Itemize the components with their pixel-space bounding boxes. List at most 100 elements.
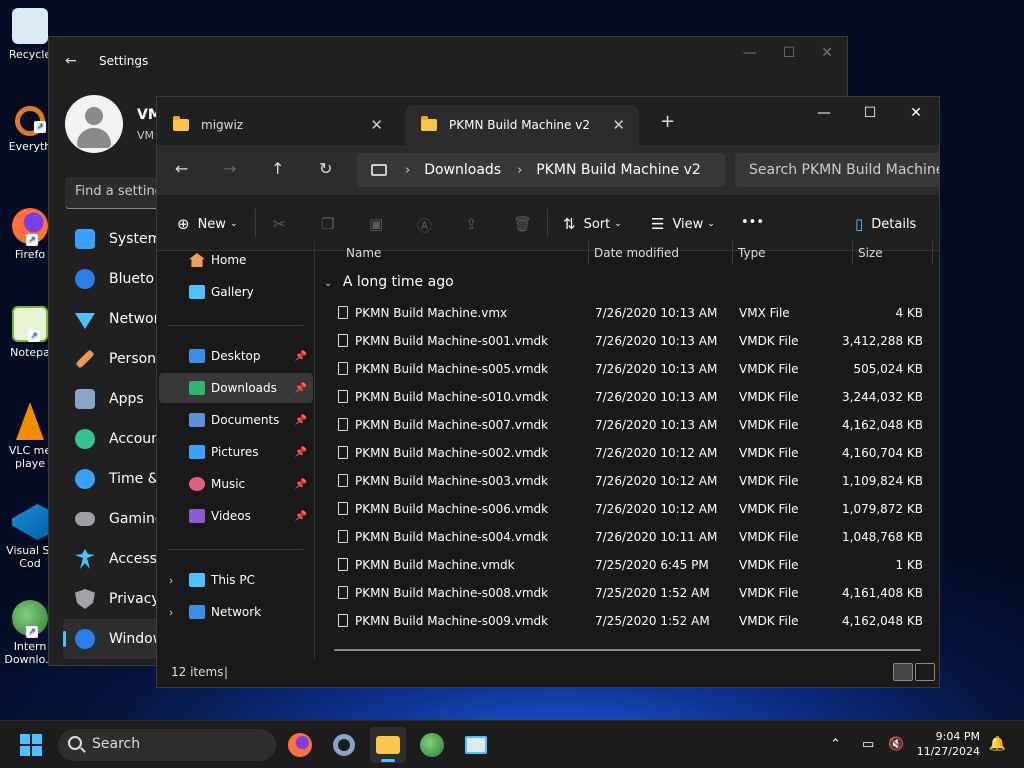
sort-button[interactable]: ⇅ Sort ⌄ <box>563 215 622 233</box>
close-tab-icon[interactable]: ✕ <box>370 116 383 134</box>
view-button[interactable]: ☰ View ⌄ <box>651 215 715 233</box>
taskbar-internet-download-manager[interactable] <box>414 727 450 763</box>
file-type: VMDK File <box>739 530 799 544</box>
refresh-icon[interactable]: ↻ <box>319 159 332 178</box>
back-arrow-icon[interactable]: ← <box>65 53 81 69</box>
close-icon[interactable]: ✕ <box>821 45 833 61</box>
notification-bell-icon[interactable]: 🔔 <box>989 736 1006 752</box>
nav-gallery[interactable]: Gallery <box>159 277 313 307</box>
column-divider[interactable] <box>732 241 733 265</box>
close-icon[interactable]: ✕ <box>893 97 939 129</box>
nav-home[interactable]: Home <box>159 245 313 275</box>
minimize-icon[interactable]: — <box>743 45 757 61</box>
horizontal-scrollbar[interactable] <box>334 649 921 651</box>
column-header-date[interactable]: Date modified <box>594 246 679 260</box>
column-divider[interactable] <box>588 241 589 265</box>
tab-migwiz[interactable]: migwiz ✕ <box>157 105 397 145</box>
chevron-right-icon[interactable]: › <box>169 606 173 619</box>
taskbar-migration-wizard[interactable] <box>458 727 494 763</box>
new-button[interactable]: ⊕ New ⌄ <box>177 215 237 233</box>
chevron-up-icon[interactable]: ⌃ <box>830 737 841 752</box>
column-divider[interactable] <box>852 241 853 265</box>
more-options-button[interactable]: ••• <box>741 215 764 230</box>
file-icon <box>338 446 348 459</box>
network-status-icon[interactable]: ▭ <box>862 737 874 752</box>
column-header-size[interactable]: Size <box>858 246 883 260</box>
search-input[interactable]: Search PKMN Build Machine v2 <box>735 153 939 187</box>
clock-date: 11/27/2024 <box>916 745 980 758</box>
new-tab-icon[interactable]: + <box>660 111 675 132</box>
chevron-down-icon: ⌄ <box>707 219 715 229</box>
table-row[interactable]: PKMN Build Machine-s005.vmdk 7/26/2020 10… <box>316 355 939 383</box>
table-row[interactable]: PKMN Build Machine-s003.vmdk 7/26/2020 10… <box>316 467 939 495</box>
column-header-name[interactable]: Name <box>346 246 381 260</box>
up-arrow-icon[interactable]: ↑ <box>271 159 284 178</box>
pin-icon[interactable]: 📌 <box>295 383 307 394</box>
breadcrumb-downloads[interactable]: Downloads <box>424 162 501 178</box>
breadcrumb-current-folder[interactable]: PKMN Build Machine v2 <box>536 162 700 178</box>
chevron-right-icon[interactable]: › <box>169 574 173 587</box>
table-row[interactable]: PKMN Build Machine-s002.vmdk 7/26/2020 10… <box>316 439 939 467</box>
column-divider[interactable] <box>932 241 933 265</box>
pin-icon[interactable]: 📌 <box>295 447 307 458</box>
table-row[interactable]: PKMN Build Machine-s009.vmdk 7/25/2020 1:… <box>316 607 939 635</box>
copy-button[interactable]: ❐ <box>321 215 342 233</box>
nav-desktop[interactable]: Desktop 📌 <box>159 341 313 371</box>
taskbar-firefox[interactable] <box>282 727 318 763</box>
delete-button[interactable]: 🗑 <box>513 215 540 233</box>
nav-downloads[interactable]: Downloads 📌 <box>159 373 313 403</box>
chevron-right-icon: › <box>405 162 411 178</box>
nav-videos[interactable]: Videos 📌 <box>159 501 313 531</box>
nav-pictures[interactable]: Pictures 📌 <box>159 437 313 467</box>
rename-button[interactable]: Ⓐ <box>417 215 440 236</box>
address-bar[interactable]: › Downloads › PKMN Build Machine v2 <box>357 153 725 187</box>
table-row[interactable]: PKMN Build Machine-s004.vmdk 7/26/2020 10… <box>316 523 939 551</box>
avatar[interactable] <box>65 95 123 153</box>
maximize-icon[interactable]: ☐ <box>847 97 893 129</box>
file-date: 7/25/2020 1:52 AM <box>595 586 710 600</box>
forward-arrow-icon[interactable]: → <box>223 159 236 178</box>
table-row[interactable]: PKMN Build Machine.vmdk 7/25/2020 6:45 PM… <box>316 551 939 579</box>
settings-nav-label: Accessi <box>109 551 161 567</box>
group-header[interactable]: ⌄ A long time ago <box>324 274 454 290</box>
pin-icon[interactable]: 📌 <box>295 415 307 426</box>
close-tab-icon[interactable]: ✕ <box>612 116 625 134</box>
pin-icon[interactable]: 📌 <box>295 511 307 522</box>
paste-button[interactable]: ▣ <box>369 215 391 233</box>
active-app-indicator <box>381 759 395 762</box>
cut-button[interactable]: ✂ <box>273 215 294 233</box>
table-row[interactable]: PKMN Build Machine-s007.vmdk 7/26/2020 10… <box>316 411 939 439</box>
start-button[interactable] <box>20 734 42 756</box>
nav-documents[interactable]: Documents 📌 <box>159 405 313 435</box>
details-view-button[interactable] <box>893 663 913 681</box>
table-row[interactable]: PKMN Build Machine.vmx 7/26/2020 10:13 AM… <box>316 299 939 327</box>
file-name: PKMN Build Machine-s004.vmdk <box>355 530 549 544</box>
taskbar-file-explorer[interactable] <box>370 727 406 763</box>
nav-music[interactable]: Music 📌 <box>159 469 313 499</box>
nav-network[interactable]: › Network <box>159 597 313 627</box>
table-row[interactable]: PKMN Build Machine-s006.vmdk 7/26/2020 10… <box>316 495 939 523</box>
file-icon <box>338 586 348 599</box>
table-row[interactable]: PKMN Build Machine-s008.vmdk 7/25/2020 1:… <box>316 579 939 607</box>
details-pane-button[interactable]: ▯ Details <box>855 215 916 233</box>
volume-muted-icon[interactable]: 🔇 <box>888 737 904 752</box>
minimize-icon[interactable]: — <box>801 97 847 129</box>
brush-icon <box>75 349 95 369</box>
column-header-type[interactable]: Type <box>738 246 766 260</box>
file-name: PKMN Build Machine.vmdk <box>355 558 515 572</box>
share-button[interactable]: ⇪ <box>465 215 486 233</box>
file-date: 7/26/2020 10:13 AM <box>595 362 718 376</box>
taskbar-search[interactable]: Search <box>58 729 276 761</box>
tiles-view-button[interactable] <box>915 663 935 681</box>
tab-pkmn-build-machine[interactable]: PKMN Build Machine v2 ✕ <box>405 105 639 145</box>
table-row[interactable]: PKMN Build Machine-s001.vmdk 7/26/2020 10… <box>316 327 939 355</box>
taskbar-settings[interactable] <box>326 727 362 763</box>
back-arrow-icon[interactable]: ← <box>175 159 188 178</box>
table-row[interactable]: PKMN Build Machine-s010.vmdk 7/26/2020 10… <box>316 383 939 411</box>
pin-icon[interactable]: 📌 <box>295 351 307 362</box>
nav-this-pc[interactable]: › This PC <box>159 565 313 595</box>
maximize-icon[interactable]: ☐ <box>783 45 796 61</box>
folder-icon <box>376 736 400 754</box>
clock[interactable]: 9:04 PM 11/27/2024 <box>917 729 980 759</box>
pin-icon[interactable]: 📌 <box>295 479 307 490</box>
